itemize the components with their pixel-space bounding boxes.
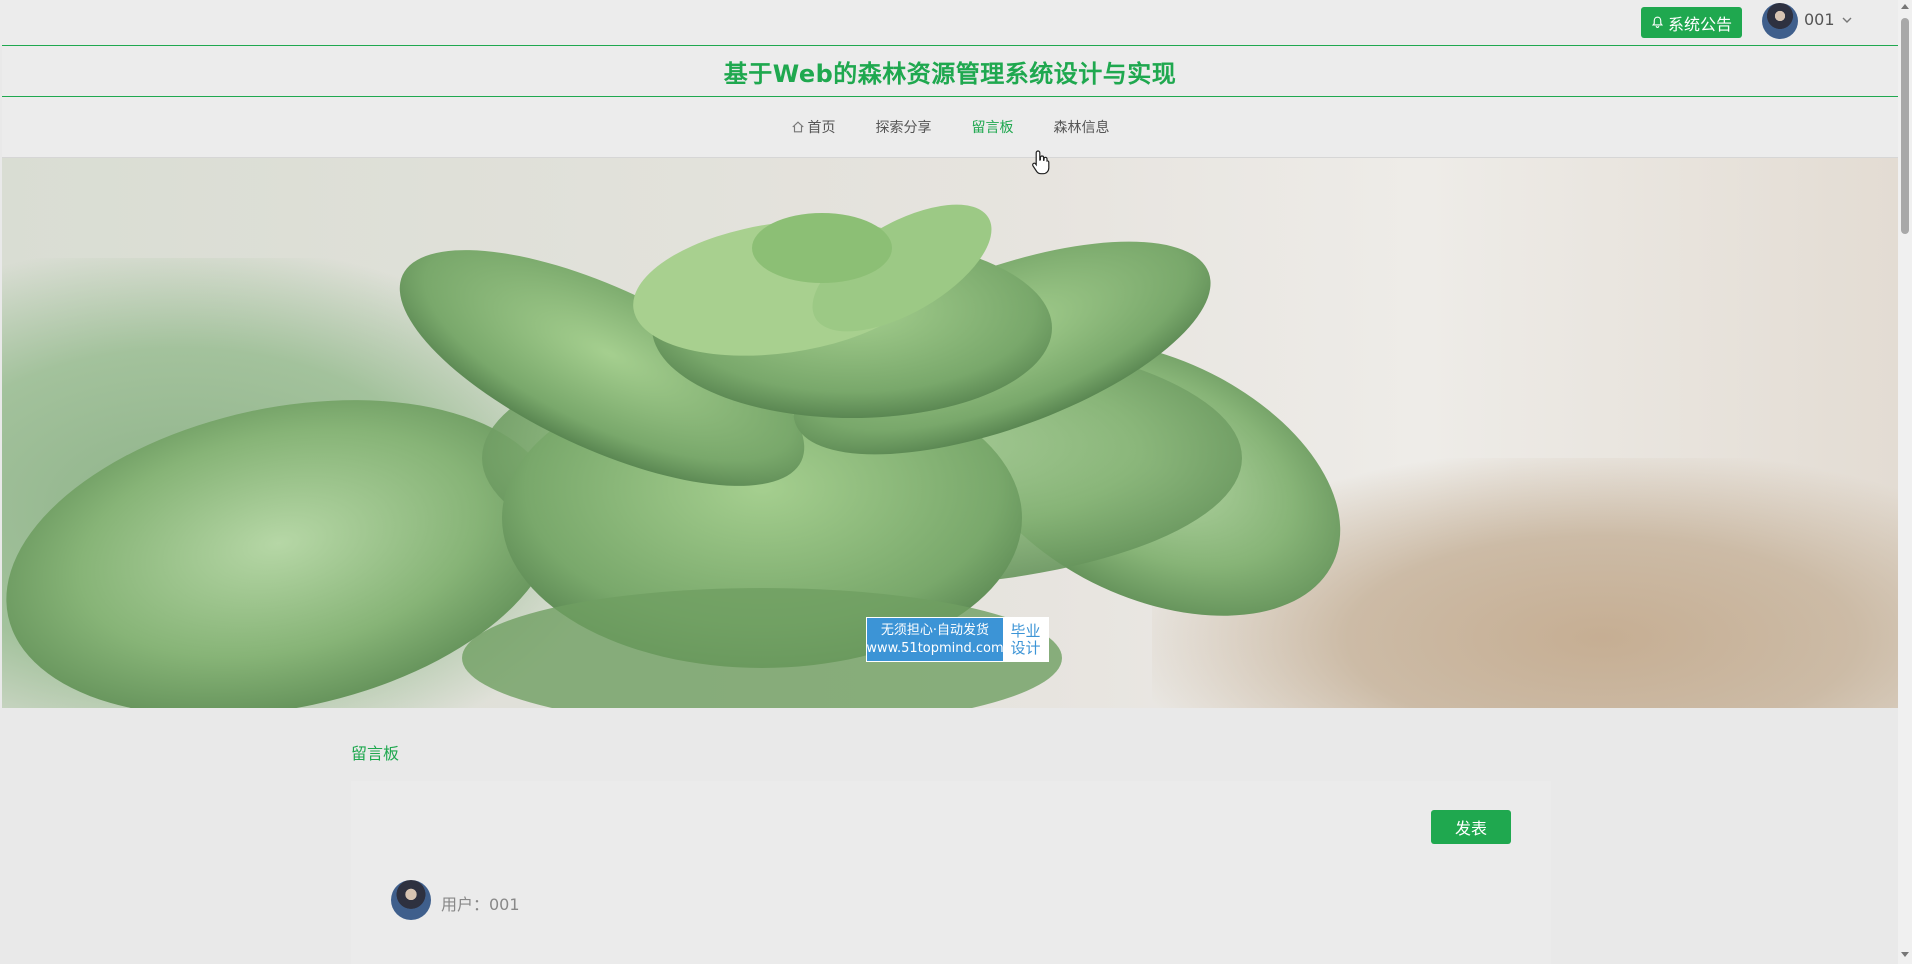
nav-item-forest-info[interactable]: 森林信息: [1054, 117, 1110, 137]
nav-item-explore-label: 探索分享: [875, 120, 932, 136]
bell-icon: [1651, 16, 1664, 28]
watermark-line2: www.51topmind.com: [866, 640, 1004, 656]
system-notice-button[interactable]: 系统公告: [1641, 7, 1742, 38]
scroll-down-arrow-icon[interactable]: [1901, 952, 1909, 957]
title-band: 基于Web的森林资源管理系统设计与实现: [2, 45, 1898, 97]
system-notice-label: 系统公告: [1667, 14, 1732, 34]
hand-cursor-icon: [1032, 150, 1050, 175]
message-board-heading: 留言板: [351, 744, 400, 763]
home-icon: [791, 121, 804, 133]
message-username: 用户：001: [441, 895, 520, 914]
watermark-badge-line1: 毕业: [1010, 621, 1041, 640]
message-avatar: [391, 880, 431, 920]
user-avatar[interactable]: [1762, 3, 1798, 39]
top-bar: 系统公告 001: [0, 0, 1898, 45]
username: 001: [1804, 10, 1835, 29]
post-button[interactable]: 发表: [1431, 810, 1511, 844]
message-board-card: 发表 用户：001: [351, 781, 1551, 964]
message-board-panel: 发表 用户：001: [351, 781, 1551, 964]
scroll-up-arrow-icon[interactable]: [1901, 4, 1909, 9]
nav-item-forest-info-label: 森林信息: [1053, 120, 1110, 136]
watermark-badge: 无须担心·自动发货 www.51topmind.com 毕业 设计: [866, 617, 1049, 662]
site-title: 基于Web的森林资源管理系统设计与实现: [723, 59, 1177, 88]
watermark-badge-line2: 设计: [1010, 638, 1041, 657]
chevron-down-icon: [1842, 17, 1852, 23]
scroll-thumb[interactable]: [1901, 18, 1909, 234]
nav-item-message-board[interactable]: 留言板: [972, 117, 1014, 137]
main-nav: 首页 探索分享 留言板 森林信息: [2, 97, 1898, 158]
user-menu[interactable]: 001: [1804, 10, 1853, 29]
watermark-line1: 无须担心·自动发货: [880, 622, 990, 638]
nav-item-home[interactable]: 首页: [791, 117, 836, 137]
nav-item-home-label: 首页: [807, 120, 836, 136]
nav-item-message-board-label: 留言板: [971, 120, 1014, 136]
hero-banner: 无须担心·自动发货 www.51topmind.com 毕业 设计: [2, 158, 1898, 708]
page-scrollbar[interactable]: [1898, 0, 1912, 964]
nav-item-explore[interactable]: 探索分享: [876, 117, 932, 137]
